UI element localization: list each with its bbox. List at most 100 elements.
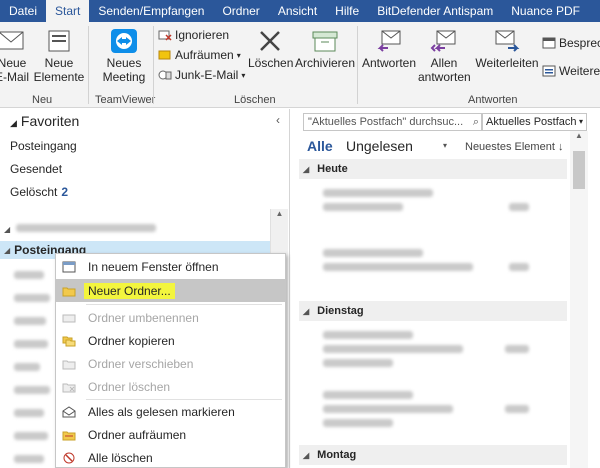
sort-order-control[interactable]: Neuestes Element ↓ (465, 141, 563, 153)
menu-item-open-new-window[interactable]: In neuem Fenster öffnen (56, 255, 285, 278)
teamviewer-icon (111, 29, 137, 53)
tab-datei[interactable]: Datei (0, 0, 46, 22)
menu-item-move-folder[interactable]: Ordner verschieben (56, 352, 285, 375)
new-folder-icon (62, 287, 76, 296)
menu-item-copy-folder[interactable]: Ordner kopieren (56, 329, 285, 352)
redacted-folder (14, 317, 46, 325)
redacted-folder (14, 340, 48, 348)
group-label-loeschen: Löschen (234, 94, 276, 106)
menu-item-rename-folder[interactable]: Ordner umbenennen (56, 306, 285, 329)
mail-group-header[interactable]: ◢ Montag (299, 445, 567, 465)
tab-ansicht[interactable]: Ansicht (269, 0, 326, 22)
redacted-folder (14, 455, 44, 463)
mail-list-item[interactable] (299, 181, 567, 221)
chevron-down-icon: ◢ (4, 225, 11, 234)
search-input[interactable]: "Aktuelles Postfach" durchsuc... ⌕ (303, 113, 483, 131)
chevron-down-icon: ▾ (241, 70, 246, 80)
tab-hilfe[interactable]: Hilfe (326, 0, 368, 22)
redacted-folder (14, 363, 40, 371)
filter-unread-tab[interactable]: Ungelesen (346, 138, 413, 154)
delete-folder-icon (62, 383, 76, 392)
junk-icon (158, 70, 172, 80)
new-meeting-button[interactable]: Neues Meeting (96, 28, 152, 84)
ignore-button[interactable]: Ignorieren (158, 28, 229, 42)
open-envelope-icon (62, 405, 76, 417)
scroll-thumb[interactable] (573, 151, 585, 189)
new-items-icon (48, 30, 70, 52)
envelope-icon (0, 31, 24, 50)
reply-button[interactable]: Antworten (360, 28, 418, 70)
new-items-button[interactable]: Neue Elemente (32, 28, 86, 84)
forward-icon (495, 30, 520, 52)
collapse-icon: ◢ (303, 450, 310, 460)
mail-group-header[interactable]: ◢ Heute (299, 159, 567, 179)
tab-nuance-pdf[interactable]: Nuance PDF (502, 0, 589, 22)
reply-icon (377, 30, 401, 52)
junk-email-button[interactable]: Junk-E-Mail ▾ (158, 68, 245, 82)
filter-dropdown-icon[interactable]: ▾ (443, 141, 447, 150)
tab-ordner[interactable]: Ordner (213, 0, 268, 22)
delete-button[interactable]: Löschen (248, 28, 293, 70)
collapse-icon: ◢ (303, 306, 310, 316)
collapse-icon: ◢ (303, 164, 310, 174)
menu-item-delete-folder[interactable]: Ordner löschen (56, 375, 285, 398)
new-window-icon (62, 261, 76, 272)
filter-all-tab[interactable]: Alle (307, 138, 333, 154)
sort-arrow-icon: ↓ (557, 141, 564, 153)
archive-icon (312, 31, 338, 52)
meeting-button[interactable]: Besprech (542, 36, 600, 50)
rename-icon (62, 314, 76, 322)
menu-item-cleanup-folder[interactable]: Ordner aufräumen (56, 423, 285, 446)
forward-button[interactable]: Weiterleiten (472, 28, 542, 70)
redacted-account-name (16, 224, 156, 232)
mail-list-item[interactable] (299, 323, 567, 373)
folder-context-menu: In neuem Fenster öffnen Neuer Ordner... … (55, 253, 286, 468)
archive-button[interactable]: Archivieren (294, 28, 356, 70)
search-scope-select[interactable]: Aktuelles Postfach ▾ (481, 113, 587, 131)
account-header[interactable]: ◢ (4, 221, 266, 235)
chevron-down-icon: ▾ (578, 117, 583, 126)
redacted-folder (14, 409, 44, 417)
cleanup-button[interactable]: Aufräumen ▾ (158, 48, 241, 62)
scroll-up-icon[interactable]: ▲ (271, 209, 288, 218)
mail-list-item[interactable] (299, 241, 567, 281)
redacted-folder (14, 386, 50, 394)
favorites-header[interactable]: ◢ Favoriten (10, 113, 79, 129)
collapse-pane-icon[interactable]: ‹ (276, 113, 280, 127)
more-button[interactable]: Weitere (542, 64, 600, 78)
ribbon-tab-bar: Datei Start Senden/Empfangen Ordner Ansi… (0, 0, 600, 22)
cleanup-folder-icon (62, 431, 76, 440)
mail-list-scrollbar[interactable]: ▲ (570, 131, 588, 468)
folder-item-gesendet[interactable]: Gesendet (10, 162, 62, 176)
group-separator (88, 26, 89, 104)
folder-item-posteingang[interactable]: Posteingang (10, 139, 77, 153)
unread-count-badge: 2 (61, 185, 69, 199)
redacted-folder (14, 271, 44, 279)
folder-item-geloescht[interactable]: Gelöscht 2 (10, 185, 68, 199)
mail-group-header[interactable]: ◢ Dienstag (299, 301, 567, 321)
reply-all-button[interactable]: Allen antworten (418, 28, 471, 84)
menu-item-new-folder[interactable]: Neuer Ordner... (56, 279, 285, 302)
new-email-button[interactable]: Neue E-Mail (0, 28, 30, 84)
ignore-icon (158, 30, 172, 41)
group-separator (357, 26, 358, 104)
tab-bitdefender[interactable]: BitDefender Antispam (368, 0, 502, 22)
redacted-folder (14, 432, 48, 440)
scroll-up-icon[interactable]: ▲ (570, 131, 588, 140)
group-label-antworten: Antworten (468, 94, 518, 106)
more-actions-icon (542, 65, 556, 77)
tab-start[interactable]: Start (46, 0, 90, 22)
cleanup-icon (158, 50, 171, 60)
tab-senden-empfangen[interactable]: Senden/Empfangen (89, 0, 213, 22)
mail-list-item[interactable] (299, 383, 567, 433)
chevron-down-icon: ◢ (10, 118, 17, 128)
reply-all-icon (430, 30, 456, 52)
search-icon[interactable]: ⌕ (473, 114, 479, 130)
menu-item-mark-all-read[interactable]: Alles als gelesen markieren (56, 400, 285, 423)
group-label-teamviewer: TeamViewer (95, 94, 156, 106)
chevron-down-icon: ▾ (236, 50, 241, 60)
chevron-down-icon: ◢ (4, 245, 11, 255)
menu-item-delete-all[interactable]: Alle löschen (56, 446, 285, 468)
move-folder-icon (62, 360, 76, 369)
ribbon: Neue E-Mail Neue Elemente Neu Neues Meet… (0, 22, 600, 108)
